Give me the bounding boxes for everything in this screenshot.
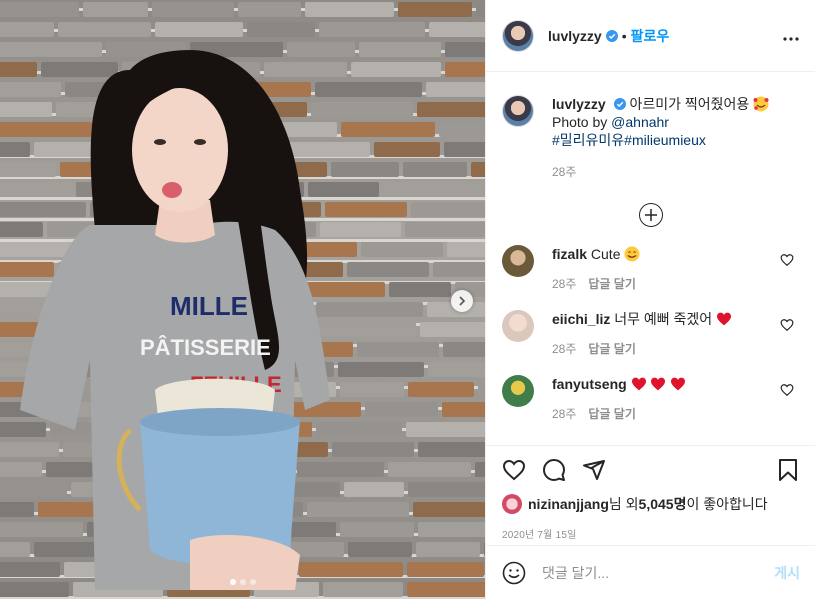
commenter-avatar[interactable] bbox=[502, 310, 534, 342]
red-heart-emoji-icon bbox=[671, 377, 686, 391]
comment-item: eiichi_liz 너무 예뻐 죽겠어 28주 답글 달기 bbox=[502, 310, 800, 357]
post-caption: luvlyzzy 아르미가 찍어줬어용 Photo by @ahnahr #밀리… bbox=[502, 95, 800, 181]
likes-text-mid: 님 외 bbox=[608, 496, 639, 512]
comment-item: fanyutseng 28주 답글 달기 bbox=[502, 375, 800, 422]
caption-username[interactable]: luvlyzzy bbox=[552, 96, 606, 112]
caption-text: 아르미가 찍어줬어용 bbox=[629, 96, 750, 112]
verified-badge-icon bbox=[613, 98, 626, 110]
commenter-avatar[interactable] bbox=[502, 245, 534, 277]
author-avatar[interactable] bbox=[502, 19, 534, 52]
share-send-icon[interactable] bbox=[582, 458, 606, 482]
comment-time[interactable]: 28주 bbox=[552, 340, 576, 357]
caption-photo-by: Photo by bbox=[552, 114, 612, 130]
chevron-right-icon bbox=[459, 296, 466, 306]
post-side-panel: luvlyzzy • 팔로우 luvlyzzy 아르미가 찍어줬어용 Photo… bbox=[485, 0, 815, 599]
carousel-dots bbox=[0, 579, 485, 585]
commenter-username[interactable]: fizalk bbox=[552, 246, 587, 262]
comment-text: 너무 예뻐 죽겠어 bbox=[614, 311, 713, 327]
red-heart-emoji-icon bbox=[631, 377, 646, 391]
heart-outline-icon[interactable] bbox=[780, 318, 794, 332]
like-heart-icon[interactable] bbox=[502, 458, 526, 482]
smiling-hearts-emoji-icon bbox=[753, 96, 769, 112]
caption-hashtags-link[interactable]: #밀리유미유#milieumieux bbox=[552, 132, 706, 148]
bookmark-icon[interactable] bbox=[776, 458, 800, 482]
load-more-comments[interactable] bbox=[502, 203, 800, 227]
comment-time[interactable]: 28주 bbox=[552, 405, 576, 422]
add-comment-bar: 게시 bbox=[486, 545, 815, 599]
reply-button[interactable]: 답글 달기 bbox=[588, 405, 636, 422]
comment-text: Cute bbox=[590, 246, 621, 262]
svg-text:PÂTISSERIE: PÂTISSERIE bbox=[140, 335, 271, 360]
caption-mention-link[interactable]: @ahnahr bbox=[611, 114, 669, 130]
commenter-username[interactable]: eiichi_liz bbox=[552, 311, 610, 327]
reply-button[interactable]: 답글 달기 bbox=[588, 340, 636, 357]
smiling-face-emoji-icon bbox=[624, 246, 640, 262]
comment-time[interactable]: 28주 bbox=[552, 275, 576, 292]
action-bar bbox=[502, 446, 800, 494]
follow-button[interactable]: 팔로우 bbox=[631, 26, 670, 46]
caption-time[interactable]: 28주 bbox=[552, 163, 769, 181]
brick-row bbox=[0, 2, 485, 20]
carousel-dot bbox=[239, 579, 246, 585]
carousel-dot bbox=[249, 579, 256, 585]
comment-item: fizalk Cute 28주 답글 달기 bbox=[502, 245, 800, 292]
reply-button[interactable]: 답글 달기 bbox=[588, 275, 636, 292]
post-actions-area: nizinanjjang 님 외 5,045명 이 좋아합니다 2020년 7월 1… bbox=[486, 445, 815, 541]
carousel-dot bbox=[229, 579, 236, 585]
dot-separator: • bbox=[621, 27, 627, 44]
commenter-avatar[interactable] bbox=[502, 375, 534, 407]
plus-circle-icon[interactable] bbox=[639, 203, 663, 227]
likes-summary: nizinanjjang 님 외 5,045명 이 좋아합니다 bbox=[502, 494, 800, 514]
person-illustration: MILLE PÂTISSERIE FEUILLE bbox=[20, 50, 330, 590]
more-options-icon[interactable] bbox=[783, 28, 799, 44]
liker-username[interactable]: nizinanjjang bbox=[528, 496, 609, 512]
red-heart-emoji-icon bbox=[651, 377, 666, 391]
heart-outline-icon[interactable] bbox=[780, 383, 794, 397]
post-header: luvlyzzy • 팔로우 bbox=[486, 0, 815, 72]
comment-input[interactable] bbox=[542, 564, 775, 581]
post-date[interactable]: 2020년 7월 15일 bbox=[502, 526, 800, 541]
likes-count[interactable]: 5,045명 bbox=[639, 494, 687, 514]
comment-bubble-icon[interactable] bbox=[542, 458, 566, 482]
verified-badge-icon bbox=[605, 29, 618, 42]
post-comment-button[interactable]: 게시 bbox=[774, 563, 800, 583]
post-photo[interactable]: MILLE PÂTISSERIE FEUILLE bbox=[0, 0, 485, 599]
emoji-smiley-icon[interactable] bbox=[502, 561, 526, 585]
svg-text:MILLE: MILLE bbox=[170, 291, 248, 321]
caption-avatar[interactable] bbox=[502, 95, 534, 127]
author-username[interactable]: luvlyzzy bbox=[548, 28, 602, 44]
heart-outline-icon[interactable] bbox=[780, 253, 794, 267]
carousel-next-button[interactable] bbox=[451, 290, 473, 312]
likes-text-end: 이 좋아합니다 bbox=[686, 496, 768, 512]
red-heart-emoji-icon bbox=[717, 312, 732, 326]
liker-avatar[interactable] bbox=[502, 494, 522, 514]
commenter-username[interactable]: fanyutseng bbox=[552, 376, 627, 392]
comments-section[interactable]: luvlyzzy 아르미가 찍어줬어용 Photo by @ahnahr #밀리… bbox=[486, 73, 815, 445]
